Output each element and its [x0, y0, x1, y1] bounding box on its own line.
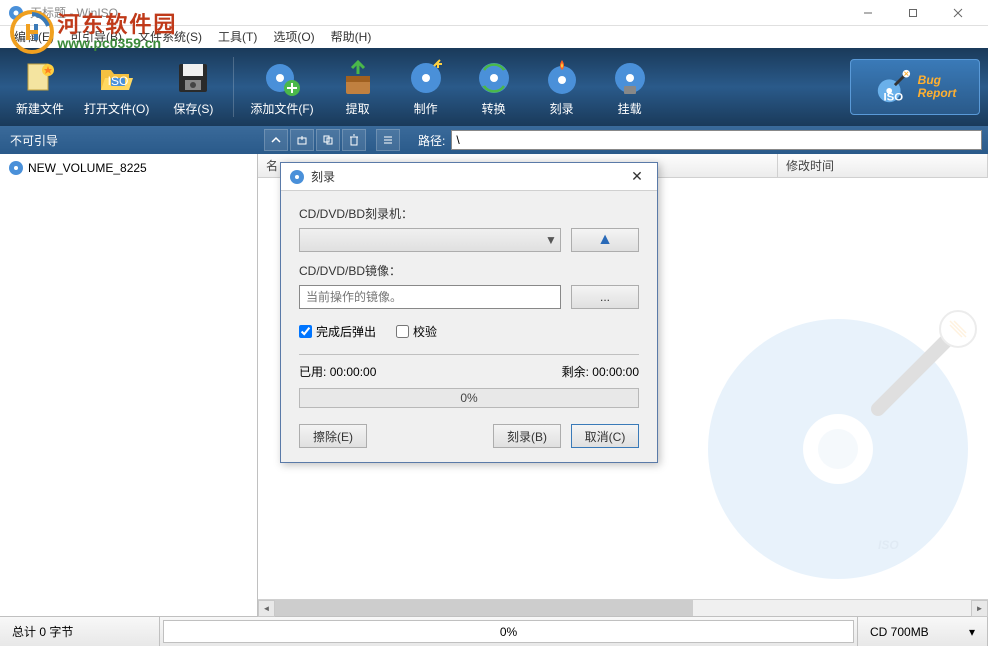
maximize-button[interactable]	[890, 0, 935, 26]
scroll-left-button[interactable]: ◄	[258, 600, 275, 617]
convert-label: 转换	[482, 100, 506, 117]
dialog-progress-bar: 0%	[299, 388, 639, 408]
eject-after-checkbox[interactable]: 完成后弹出	[299, 323, 376, 340]
chevron-down-icon: ▾	[969, 625, 975, 639]
iso-icon	[8, 160, 24, 176]
column-modtime[interactable]: 修改时间	[778, 154, 988, 177]
menu-options[interactable]: 选项(O)	[265, 26, 322, 48]
chevron-down-icon: ▼	[542, 233, 560, 247]
svg-text:ISO: ISO	[878, 538, 899, 552]
recorder-label: CD/DVD/BD刻录机：	[299, 205, 639, 222]
new-file-label: 新建文件	[16, 100, 64, 117]
create-button[interactable]: 制作	[394, 52, 458, 122]
create-icon	[406, 58, 446, 98]
dialog-titlebar: 刻录 ✕	[281, 163, 657, 191]
horizontal-scrollbar[interactable]: ◄ ►	[258, 599, 988, 616]
menu-help[interactable]: 帮助(H)	[323, 26, 380, 48]
save-label: 保存(S)	[173, 100, 213, 117]
open-file-button[interactable]: ISO 打开文件(O)	[76, 52, 157, 122]
mount-icon	[610, 58, 650, 98]
sub-toolbar: 不可引导 路径:	[0, 126, 988, 154]
cancel-button[interactable]: 取消(C)	[571, 424, 639, 448]
toolbar: 新建文件 ISO 打开文件(O) 保存(S) 添加文件(F) 提取 制作 转换 …	[0, 48, 988, 126]
image-label: CD/DVD/BD镜像：	[299, 262, 639, 279]
delete-button[interactable]	[342, 129, 366, 151]
extract-button[interactable]: 提取	[326, 52, 390, 122]
verify-checkbox[interactable]: 校验	[396, 323, 437, 340]
toolbar-separator	[233, 57, 234, 117]
close-button[interactable]	[935, 0, 980, 26]
new-file-icon	[20, 58, 60, 98]
dialog-icon	[289, 169, 305, 185]
mount-label: 挂载	[618, 100, 642, 117]
titlebar: 无标题 - WinISO	[0, 0, 988, 26]
mount-button[interactable]: 挂载	[598, 52, 662, 122]
open-file-icon: ISO	[97, 58, 137, 98]
save-icon	[173, 58, 213, 98]
svg-text:ISO: ISO	[107, 74, 128, 88]
iso-background-icon: ISO	[698, 309, 978, 589]
menubar: 编辑(E) 可引导(B) 文件系统(S) 工具(T) 选项(O) 帮助(H)	[0, 26, 988, 48]
bug-report-text: BugReport	[918, 74, 957, 100]
dialog-separator	[299, 354, 639, 355]
nav-up-button[interactable]	[264, 129, 288, 151]
window-title: 无标题 - WinISO	[30, 4, 845, 21]
burn-button[interactable]: 刻录	[530, 52, 594, 122]
menu-edit[interactable]: 编辑(E)	[6, 26, 62, 48]
sidebar-tree: NEW_VOLUME_8225	[0, 154, 258, 616]
copy-button[interactable]	[316, 129, 340, 151]
minimize-button[interactable]	[845, 0, 890, 26]
tree-root-item[interactable]: NEW_VOLUME_8225	[4, 158, 253, 178]
scroll-right-button[interactable]: ►	[971, 600, 988, 617]
dialog-title: 刻录	[311, 168, 625, 185]
add-file-button[interactable]: 添加文件(F)	[242, 52, 321, 122]
burn-label: 刻录	[550, 100, 574, 117]
list-view-button[interactable]	[376, 129, 400, 151]
create-label: 制作	[414, 100, 438, 117]
menu-bootable[interactable]: 可引导(B)	[62, 26, 130, 48]
menu-filesystem[interactable]: 文件系统(S)	[130, 26, 210, 48]
erase-button[interactable]: 擦除(E)	[299, 424, 367, 448]
convert-icon	[474, 58, 514, 98]
browse-button[interactable]: ...	[571, 285, 639, 309]
add-file-label: 添加文件(F)	[250, 100, 313, 117]
burn-dialog: 刻录 ✕ CD/DVD/BD刻录机： ▼ ▲ CD/DVD/BD镜像： ... …	[280, 162, 658, 463]
elapsed-time: 已用: 00:00:00	[299, 363, 376, 380]
bootable-status: 不可引导	[0, 132, 258, 149]
recorder-combo[interactable]: ▼	[299, 228, 561, 252]
burn-icon	[542, 58, 582, 98]
image-input[interactable]	[299, 285, 561, 309]
svg-text:ISO: ISO	[883, 91, 903, 103]
dialog-burn-button[interactable]: 刻录(B)	[493, 424, 561, 448]
new-file-button[interactable]: 新建文件	[8, 52, 72, 122]
path-input[interactable]	[451, 130, 982, 150]
remaining-time: 剩余: 00:00:00	[562, 363, 639, 380]
new-folder-button[interactable]	[290, 129, 314, 151]
open-file-label: 打开文件(O)	[84, 100, 149, 117]
extract-icon	[338, 58, 378, 98]
extract-label: 提取	[346, 100, 370, 117]
bug-report-button[interactable]: ISO BugReport	[850, 59, 980, 115]
bug-report-icon: ISO	[874, 68, 912, 106]
statusbar: 总计 0 字节 0% CD 700MB ▾	[0, 616, 988, 646]
menu-tools[interactable]: 工具(T)	[210, 26, 265, 48]
path-label: 路径:	[418, 132, 445, 149]
app-icon	[8, 5, 24, 21]
eject-button[interactable]: ▲	[571, 228, 639, 252]
status-total: 总计 0 字节	[0, 617, 160, 646]
status-progress: 0%	[160, 617, 858, 646]
save-button[interactable]: 保存(S)	[161, 52, 225, 122]
convert-button[interactable]: 转换	[462, 52, 526, 122]
tree-root-label: NEW_VOLUME_8225	[28, 161, 147, 175]
status-disc-selector[interactable]: CD 700MB ▾	[858, 617, 988, 646]
dialog-close-button[interactable]: ✕	[625, 167, 649, 187]
add-file-icon	[262, 58, 302, 98]
